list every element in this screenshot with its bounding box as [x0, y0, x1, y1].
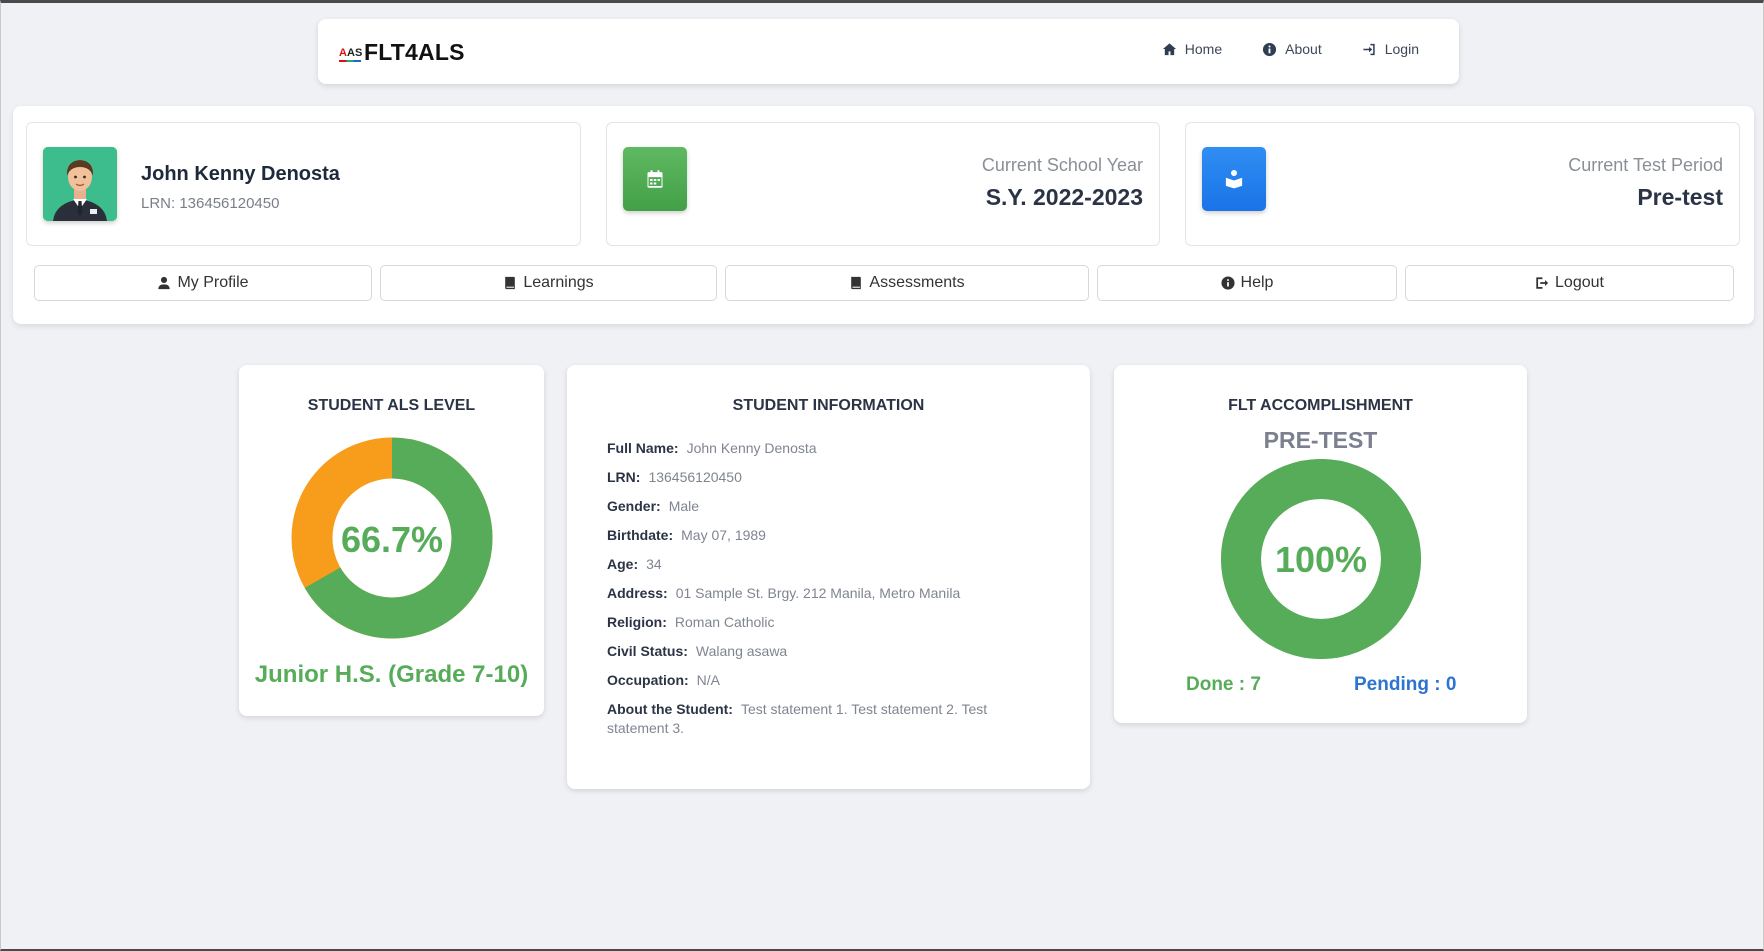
book-icon: [505, 276, 516, 290]
als-level-caption: Junior H.S. (Grade 7-10): [254, 661, 529, 688]
info-row-about: About the Student: Test statement 1. Test…: [607, 700, 1027, 738]
student-info-title: STUDENT INFORMATION: [732, 397, 925, 414]
info-value: Male: [668, 498, 700, 514]
home-icon: [1162, 42, 1176, 55]
als-level-title: STUDENT ALS LEVEL: [307, 397, 476, 414]
info-icon: [1220, 276, 1235, 290]
user-icon: [158, 276, 171, 290]
learnings-label: Learnings: [523, 274, 594, 291]
info-row-civil-status: Civil Status: Walang asawa: [607, 642, 1027, 661]
assessments-label: Assessments: [869, 274, 965, 291]
info-value: Walang asawa: [695, 643, 788, 659]
info-key: Occupation:: [607, 672, 689, 688]
profile-card: John Kenny Denosta LRN: 136456120450: [26, 122, 581, 246]
flt-percent: 100%: [1274, 539, 1368, 580]
test-period-value: Pre-test: [1637, 184, 1723, 210]
info-value: N/A: [696, 672, 721, 688]
info-value: John Kenny Denosta: [686, 440, 817, 456]
school-year-label: Current School Year: [981, 155, 1143, 175]
info-row-birthdate: Birthdate: May 07, 1989: [607, 526, 1027, 545]
nav-login-link[interactable]: Login: [1362, 41, 1419, 57]
brand-logo-icon: A AS: [339, 42, 362, 64]
login-icon: [1363, 43, 1375, 55]
assessments-button[interactable]: Assessments: [725, 265, 1089, 301]
info-value: 01 Sample St. Brgy. 212 Manila, Metro Ma…: [675, 585, 961, 601]
top-navbar: A AS FLT4ALS Home About Login: [318, 19, 1459, 84]
info-value: Roman Catholic: [674, 614, 775, 630]
avatar: [43, 147, 117, 221]
nav-login-label: Login: [1384, 41, 1419, 57]
info-key: Address:: [607, 585, 668, 601]
info-key: About the Student:: [607, 701, 733, 717]
test-period-label: Current Test Period: [1568, 155, 1723, 175]
info-row-address: Address: 01 Sample St. Brgy. 212 Manila, …: [607, 584, 1027, 603]
info-key: Religion:: [607, 614, 667, 630]
info-key: Age:: [607, 556, 639, 572]
flt-subtitle: PRE-TEST: [1263, 427, 1378, 453]
student-info-card: STUDENT INFORMATION Full Name: John Kenny…: [567, 365, 1090, 789]
info-value: May 07, 1989: [681, 527, 766, 543]
test-period-card: Current Test Period Pre-test: [1185, 122, 1740, 246]
book-icon: [851, 276, 862, 290]
logout-button[interactable]: Logout: [1405, 265, 1734, 301]
info-icon: [1263, 42, 1277, 56]
flt-title: FLT ACCOMPLISHMENT: [1228, 397, 1413, 414]
info-key: Full Name:: [607, 440, 679, 456]
info-row-lrn: LRN: 136456120450: [607, 468, 1027, 487]
info-key: LRN:: [607, 469, 641, 485]
nav-about-label: About: [1285, 41, 1322, 57]
info-key: Birthdate:: [607, 527, 674, 543]
help-label: Help: [1240, 274, 1274, 291]
profile-lrn: LRN: 136456120450: [141, 195, 280, 212]
als-level-card: STUDENT ALS LEVEL 66.7% Junior H.S. (Gra…: [239, 365, 544, 716]
info-key: Civil Status:: [607, 643, 688, 659]
flt-accomplishment-card: FLT ACCOMPLISHMENT PRE-TEST 100% Done : …: [1114, 365, 1527, 723]
info-row-gender: Gender: Male: [607, 497, 1027, 516]
learnings-button[interactable]: Learnings: [380, 265, 717, 301]
my-profile-label: My Profile: [177, 274, 249, 291]
school-year-value: S.Y. 2022-2023: [985, 184, 1143, 210]
flt-done-count: Done : 7: [1186, 674, 1261, 695]
flt-donut: 100%: [1221, 459, 1421, 659]
logout-icon: [1536, 277, 1549, 289]
nav-home-label: Home: [1184, 41, 1223, 57]
profile-name: John Kenny Denosta: [141, 163, 340, 185]
student-info-list: Full Name: John Kenny Denosta LRN: 1364561…: [607, 439, 1027, 748]
school-year-card: Current School Year S.Y. 2022-2023: [606, 122, 1160, 246]
info-value: 34: [646, 556, 662, 572]
brand-name: FLT4ALS: [364, 39, 465, 65]
info-row-occupation: Occupation: N/A: [607, 671, 1027, 690]
calendar-icon: [647, 170, 663, 188]
info-row-age: Age: 34: [607, 555, 1027, 574]
dashboard-header-panel: John Kenny Denosta LRN: 136456120450 Cur…: [13, 106, 1754, 324]
nav-about-link[interactable]: About: [1262, 41, 1322, 57]
info-row-religion: Religion: Roman Catholic: [607, 613, 1027, 632]
help-button[interactable]: Help: [1097, 265, 1397, 301]
als-level-donut: 66.7%: [291, 437, 493, 639]
nav-home-link[interactable]: Home: [1162, 41, 1222, 57]
brand[interactable]: A AS FLT4ALS: [339, 39, 465, 66]
logout-label: Logout: [1555, 274, 1604, 291]
als-level-percent: 66.7%: [340, 519, 444, 560]
info-row-full-name: Full Name: John Kenny Denosta: [607, 439, 1027, 458]
info-key: Gender:: [607, 498, 661, 514]
flt-pending-count: Pending : 0: [1354, 674, 1457, 695]
info-value: 136456120450: [648, 469, 742, 485]
calendar-icon-tile: [623, 147, 687, 211]
my-profile-button[interactable]: My Profile: [34, 265, 372, 301]
book-reader-icon-tile: [1202, 147, 1266, 211]
book-reader-icon: [1225, 170, 1243, 189]
